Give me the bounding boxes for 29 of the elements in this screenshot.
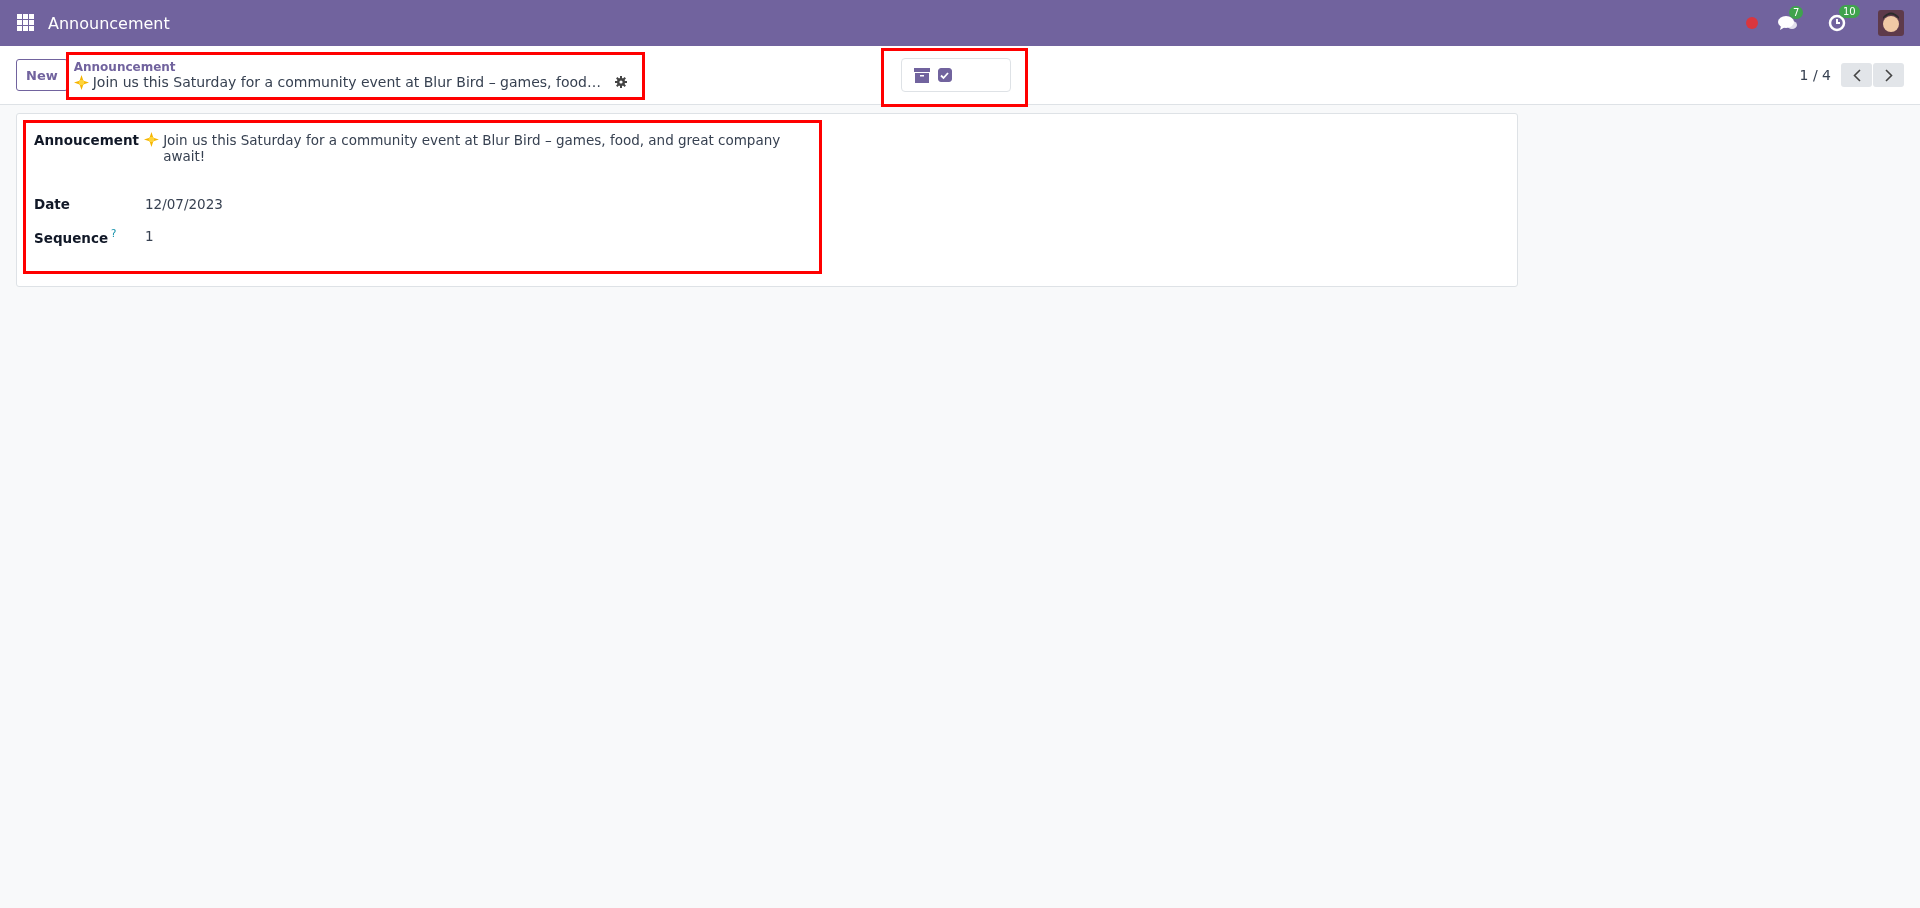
app-title[interactable]: Announcement: [48, 13, 170, 33]
next-button[interactable]: [1873, 63, 1904, 87]
recording-dot-icon[interactable]: [1746, 17, 1758, 29]
checkbox[interactable]: [938, 68, 952, 82]
archive-box-icon: [914, 67, 930, 83]
settings-icon[interactable]: [615, 76, 627, 88]
previous-button[interactable]: [1841, 63, 1872, 87]
field-label: Date: [34, 196, 70, 212]
user-avatar-icon[interactable]: [1878, 10, 1904, 36]
clock-icon[interactable]: [1828, 14, 1846, 32]
chat-bubbles-icon[interactable]: [1778, 15, 1798, 31]
field-label: Annoucement: [34, 132, 139, 148]
chevron-left-icon: [1852, 68, 1861, 82]
field-value: 12/07/2023: [145, 196, 223, 212]
star-icon: [73, 74, 89, 90]
help-tooltip-link[interactable]: ?: [111, 228, 117, 239]
notification-count: 7: [1789, 6, 1804, 19]
star-icon: [144, 132, 160, 147]
archive-toggle[interactable]: [901, 58, 1011, 92]
field-value: 1: [145, 228, 154, 244]
chevron-right-icon: [1884, 68, 1893, 82]
record-title: Join us this Saturday for a community event at Blur Bird – games, food…: [92, 74, 601, 90]
notification-count: 10: [1839, 5, 1860, 18]
breadcrumb-link[interactable]: Announcement: [73, 60, 627, 74]
app-grid-icon[interactable]: [17, 14, 35, 32]
field-value: Join us this Saturday for a community event at Blur Bird – games, food, and great company await!: [163, 132, 782, 164]
new-button[interactable]: New: [16, 59, 68, 91]
field-label: Sequence: [34, 229, 109, 246]
pager-counter[interactable]: 1 / 4: [1799, 67, 1831, 83]
